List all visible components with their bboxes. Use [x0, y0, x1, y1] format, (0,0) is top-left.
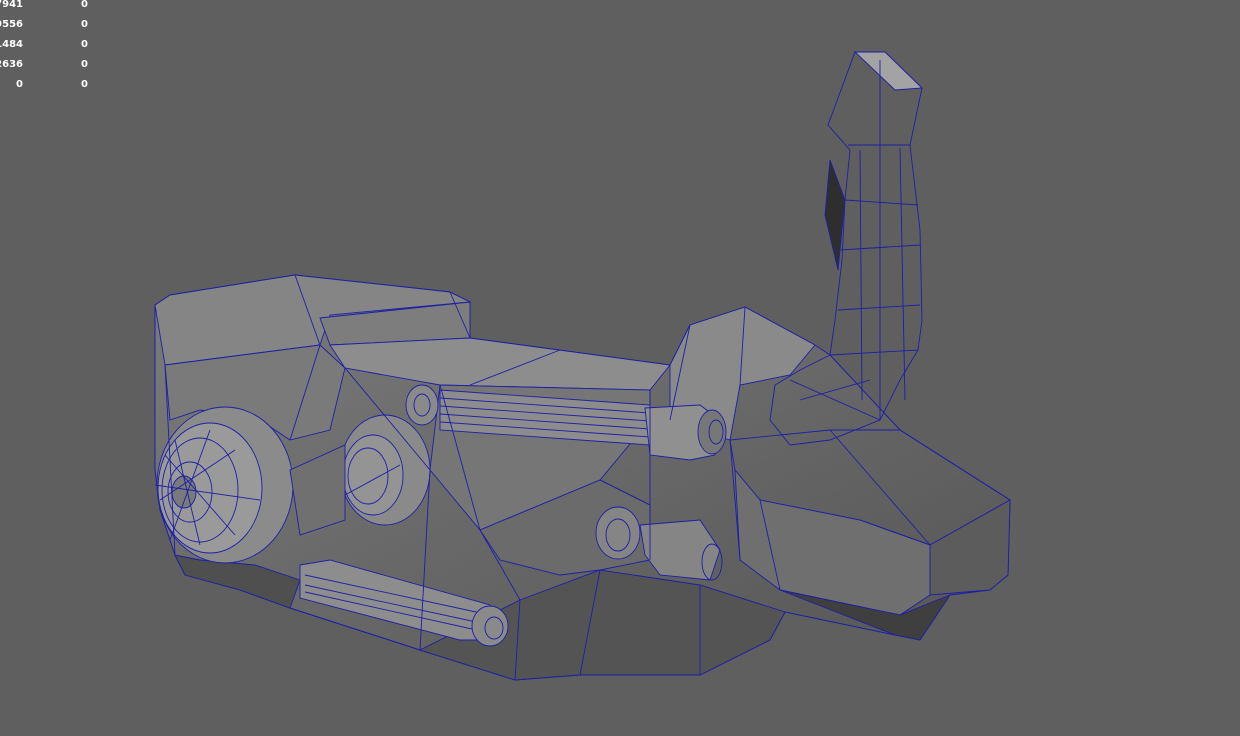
hud-secondary-2: 0: [81, 19, 88, 30]
wireframe-model[interactable]: [0, 0, 1240, 736]
hud-row-5: 0 0: [0, 79, 100, 100]
hud-value-1: 7941: [0, 0, 23, 10]
hud-secondary-4: 0: [81, 59, 88, 70]
hud-secondary-5: 0: [81, 79, 88, 90]
hud-value-5: 0: [16, 79, 23, 90]
hud-secondary-3: 0: [81, 39, 88, 50]
hud-secondary-1: 0: [81, 0, 88, 10]
hud-value-3: 1484: [0, 39, 23, 50]
hud-value-2: 9556: [0, 19, 23, 30]
poly-count-hud: 7941 0 9556 0 1484 0 2636 0 0 0: [0, 0, 100, 100]
3d-viewport[interactable]: 7941 0 9556 0 1484 0 2636 0 0 0: [0, 0, 1240, 736]
hud-value-4: 2636: [0, 59, 23, 70]
